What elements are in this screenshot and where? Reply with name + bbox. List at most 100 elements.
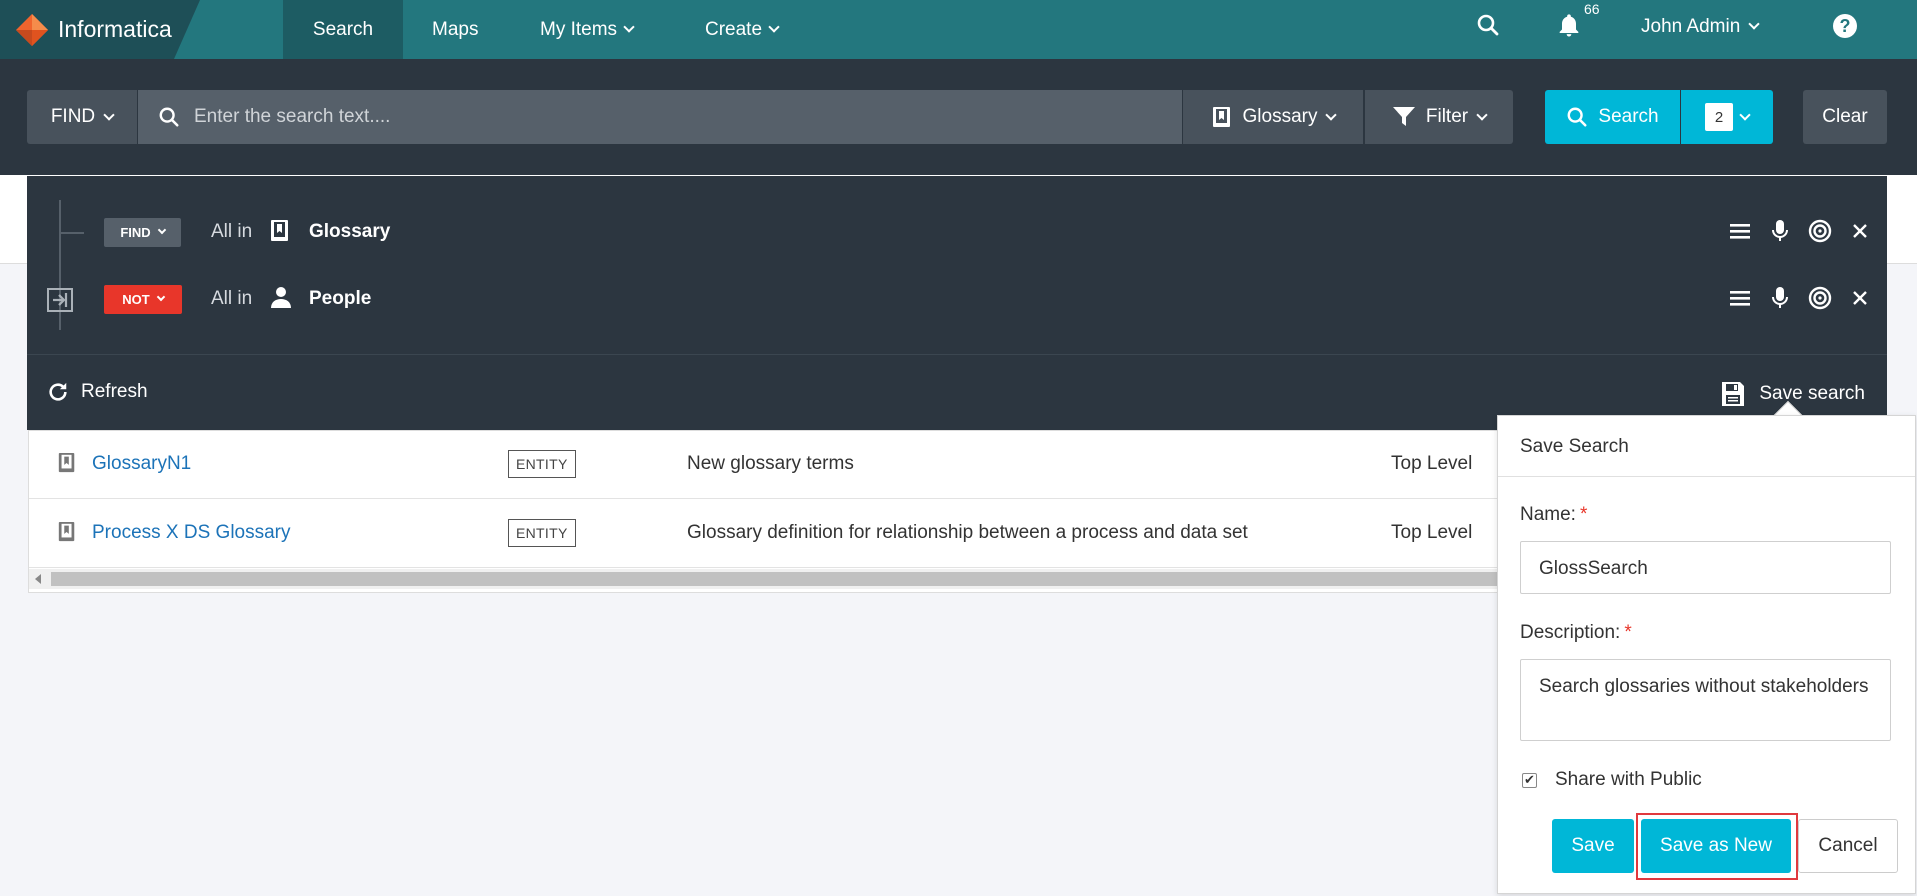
nav-maps-label: Maps [432,18,479,40]
help-icon[interactable]: ? [1833,14,1857,38]
microphone-icon[interactable] [1767,218,1793,244]
name-label: Name: * [1520,504,1587,526]
chevron-down-icon [1748,18,1760,30]
query-row: NOT All in People [27,279,1887,319]
table-row[interactable]: Process X DS Glossary ENTITY Glossary de… [29,500,1499,568]
search-input[interactable] [194,106,1094,128]
scope-name[interactable]: People [309,288,371,310]
required-mark: * [1624,622,1632,643]
user-menu[interactable]: John Admin [1641,0,1760,53]
search-count-dropdown[interactable]: 2 [1681,90,1773,144]
filter-icon [1392,107,1415,126]
nav-create[interactable]: Create [705,0,780,59]
search-icon [159,107,179,127]
result-description: New glossary terms [687,453,854,474]
result-description: Glossary definition for relationship bet… [687,522,1248,543]
chevron-down-icon [1476,108,1488,121]
scrollbar-thumb[interactable] [51,572,1497,586]
menu-icon[interactable] [1727,218,1753,244]
chevron-down-icon [768,21,780,33]
refresh-button[interactable]: Refresh [47,381,148,403]
nav-maps[interactable]: Maps [432,0,478,59]
save-search-label: Save search [1759,383,1865,404]
save-search-button[interactable]: Save search [1721,381,1865,407]
save-search-dialog: Save Search Name: * GlossSearch Descripti… [1497,415,1916,894]
logo[interactable]: Informatica [0,0,200,59]
result-name-link[interactable]: GlossaryN1 [92,453,191,475]
query-panel: FIND All in Glossary NOT All in People R… [27,176,1887,430]
microphone-icon[interactable] [1767,285,1793,311]
search-icon[interactable] [1476,13,1500,37]
nav-search[interactable]: Search [283,0,403,59]
notification-count: 66 [1584,1,1600,17]
refresh-label: Refresh [81,381,148,402]
description-field[interactable]: Search glossaries without stakeholders [1520,659,1891,741]
divider [27,354,1887,355]
search-button-label: Search [1598,106,1659,127]
horizontal-scrollbar[interactable] [29,569,1499,589]
row-actions [1727,218,1873,244]
result-type-badge: ENTITY [508,519,576,547]
chevron-down-icon [103,108,115,121]
book-icon [58,453,75,473]
share-public-row: ✔ Share with Public [1522,769,1702,791]
clear-button[interactable]: Clear [1803,90,1887,144]
search-button[interactable]: Search [1545,90,1680,144]
divider [1498,476,1915,477]
book-icon [58,522,75,542]
scroll-left-arrow-icon[interactable] [35,574,41,584]
search-icon [1567,107,1587,127]
result-level: Top Level [1391,453,1473,474]
save-button[interactable]: Save [1552,819,1634,873]
target-icon[interactable] [1807,218,1833,244]
logo-text: Informatica [58,16,172,42]
result-name-link[interactable]: Process X DS Glossary [92,522,291,544]
description-label: Description: * [1520,622,1632,644]
share-public-label: Share with Public [1555,769,1702,790]
close-icon[interactable] [1847,285,1873,311]
refresh-icon [49,382,67,401]
find-dropdown[interactable]: FIND [27,90,137,144]
bell-icon[interactable] [1555,12,1583,40]
operator-dropdown[interactable]: FIND [104,218,181,247]
chevron-down-icon [623,21,635,33]
name-field[interactable]: GlossSearch [1520,541,1891,594]
nav-my-items[interactable]: My Items [540,0,635,59]
book-icon [1212,107,1230,127]
nav-create-label: Create [705,18,763,40]
top-nav: Informatica Search Maps My Items Create … [0,0,1917,59]
save-icon [1722,382,1745,406]
description-label-text: Description: [1520,622,1621,643]
query-row: FIND All in Glossary [27,212,1887,252]
highlight-box [1636,813,1798,880]
find-label: FIND [50,106,96,127]
filter-label: Filter [1425,106,1469,127]
chevron-down-icon [156,292,165,302]
person-icon [271,287,291,308]
cancel-button[interactable]: Cancel [1798,819,1898,873]
nav-search-label: Search [312,18,374,40]
name-label-text: Name: [1520,504,1576,525]
collapse-group-icon[interactable] [47,288,73,312]
scope-dropdown[interactable]: Glossary [1183,90,1363,144]
chevron-down-icon [157,225,166,235]
row-actions [1727,285,1873,311]
menu-icon[interactable] [1727,285,1753,311]
informatica-logo-icon [16,13,48,46]
operator-label: NOT [122,292,150,307]
chevron-down-icon [1325,108,1338,121]
book-icon [271,220,288,241]
operator-dropdown[interactable]: NOT [104,285,182,314]
filter-dropdown[interactable]: Filter [1365,90,1513,144]
target-icon[interactable] [1807,285,1833,311]
operator-label: FIND [120,225,151,240]
result-level: Top Level [1391,522,1473,543]
search-count-badge: 2 [1705,103,1733,131]
scope-name[interactable]: Glossary [309,221,390,243]
search-input-wrap [138,90,1182,144]
close-icon[interactable] [1847,218,1873,244]
table-row[interactable]: GlossaryN1 ENTITY New glossary terms Top… [29,431,1499,499]
share-public-checkbox[interactable]: ✔ [1522,772,1537,788]
scope-label: Glossary [1242,106,1318,127]
nav-my-items-label: My Items [540,18,618,40]
